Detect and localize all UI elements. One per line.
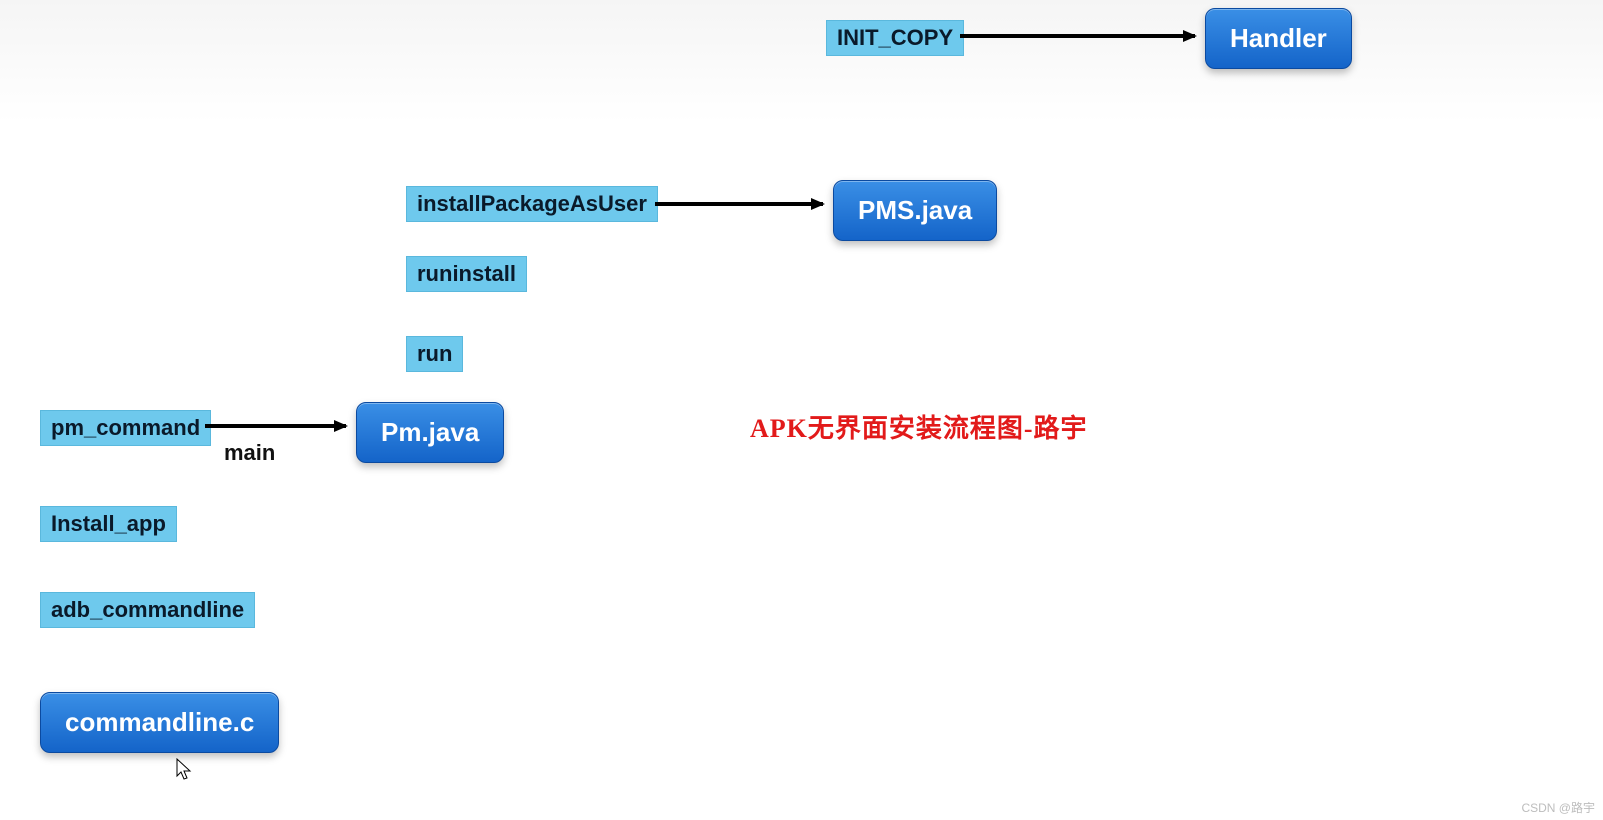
edge-label-main: main bbox=[224, 440, 275, 466]
node-pms-java: PMS.java bbox=[833, 180, 997, 241]
node-pm-java: Pm.java bbox=[356, 402, 504, 463]
chip-install-package-as-user: installPackageAsUser bbox=[406, 186, 658, 222]
chip-pm-command: pm_command bbox=[40, 410, 211, 446]
node-commandline-c: commandline.c bbox=[40, 692, 279, 753]
mouse-cursor-icon bbox=[176, 758, 194, 782]
chip-install-app: Install_app bbox=[40, 506, 177, 542]
chip-init-copy: INIT_COPY bbox=[826, 20, 964, 56]
chip-run: run bbox=[406, 336, 463, 372]
node-handler: Handler bbox=[1205, 8, 1352, 69]
diagram-caption: APK无界面安装流程图-路宇 bbox=[750, 408, 1088, 445]
chip-adb-commandline: adb_commandline bbox=[40, 592, 255, 628]
chip-runinstall: runinstall bbox=[406, 256, 527, 292]
watermark: CSDN @路宇 bbox=[1521, 799, 1595, 816]
